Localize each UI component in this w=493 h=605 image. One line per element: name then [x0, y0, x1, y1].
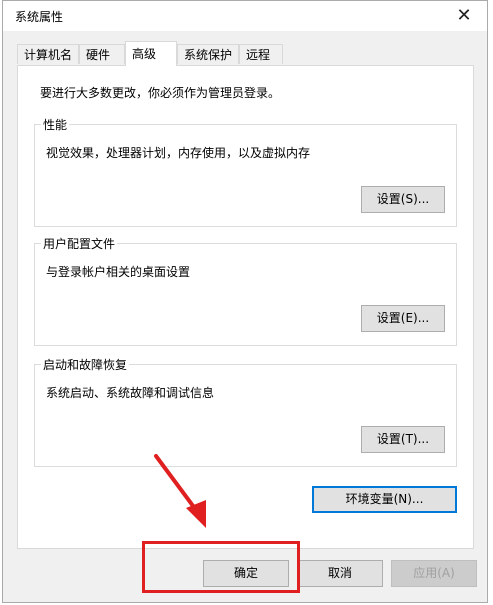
environment-variables-button[interactable]: 环境变量(N)...: [312, 486, 457, 513]
close-icon: ✕: [456, 5, 472, 26]
startup-recovery-group: 启动和故障恢复 系统启动、系统故障和调试信息 设置(T)...: [34, 356, 457, 467]
ok-button[interactable]: 确定: [203, 560, 289, 587]
tab-system-protection[interactable]: 系统保护: [177, 44, 239, 64]
tab-computer-name[interactable]: 计算机名: [17, 44, 79, 64]
startup-recovery-description: 系统启动、系统故障和调试信息: [46, 386, 215, 400]
user-profiles-legend: 用户配置文件: [41, 235, 118, 252]
tab-remote[interactable]: 远程: [239, 44, 283, 64]
close-button[interactable]: ✕: [441, 1, 487, 31]
system-properties-dialog: 系统属性 ✕ 计算机名 硬件 高级 系统保护 远程 要进行大多数更改，你必须作为…: [2, 0, 488, 603]
advanced-tab-panel: 要进行大多数更改，你必须作为管理员登录。 性能 视觉效果，处理器计划，内存使用，…: [17, 65, 474, 549]
performance-group: 性能 视觉效果，处理器计划，内存使用，以及虚拟内存 设置(S)...: [34, 116, 457, 227]
performance-description: 视觉效果，处理器计划，内存使用，以及虚拟内存: [46, 146, 311, 160]
user-profiles-group: 用户配置文件 与登录帐户相关的桌面设置 设置(E)...: [34, 235, 457, 346]
admin-note: 要进行大多数更改，你必须作为管理员登录。: [40, 86, 281, 100]
performance-legend: 性能: [41, 116, 70, 133]
cancel-button[interactable]: 取消: [297, 560, 383, 587]
title-bar: 系统属性 ✕: [3, 1, 487, 31]
startup-recovery-legend: 启动和故障恢复: [41, 356, 130, 373]
tab-advanced[interactable]: 高级: [125, 41, 177, 66]
user-profiles-settings-button[interactable]: 设置(E)...: [361, 305, 445, 332]
window-title: 系统属性: [15, 10, 64, 24]
performance-settings-button[interactable]: 设置(S)...: [361, 186, 445, 213]
tab-hardware[interactable]: 硬件: [79, 44, 125, 64]
user-profiles-description: 与登录帐户相关的桌面设置: [46, 265, 191, 279]
apply-button: 应用(A): [391, 560, 477, 587]
startup-recovery-settings-button[interactable]: 设置(T)...: [361, 426, 445, 453]
